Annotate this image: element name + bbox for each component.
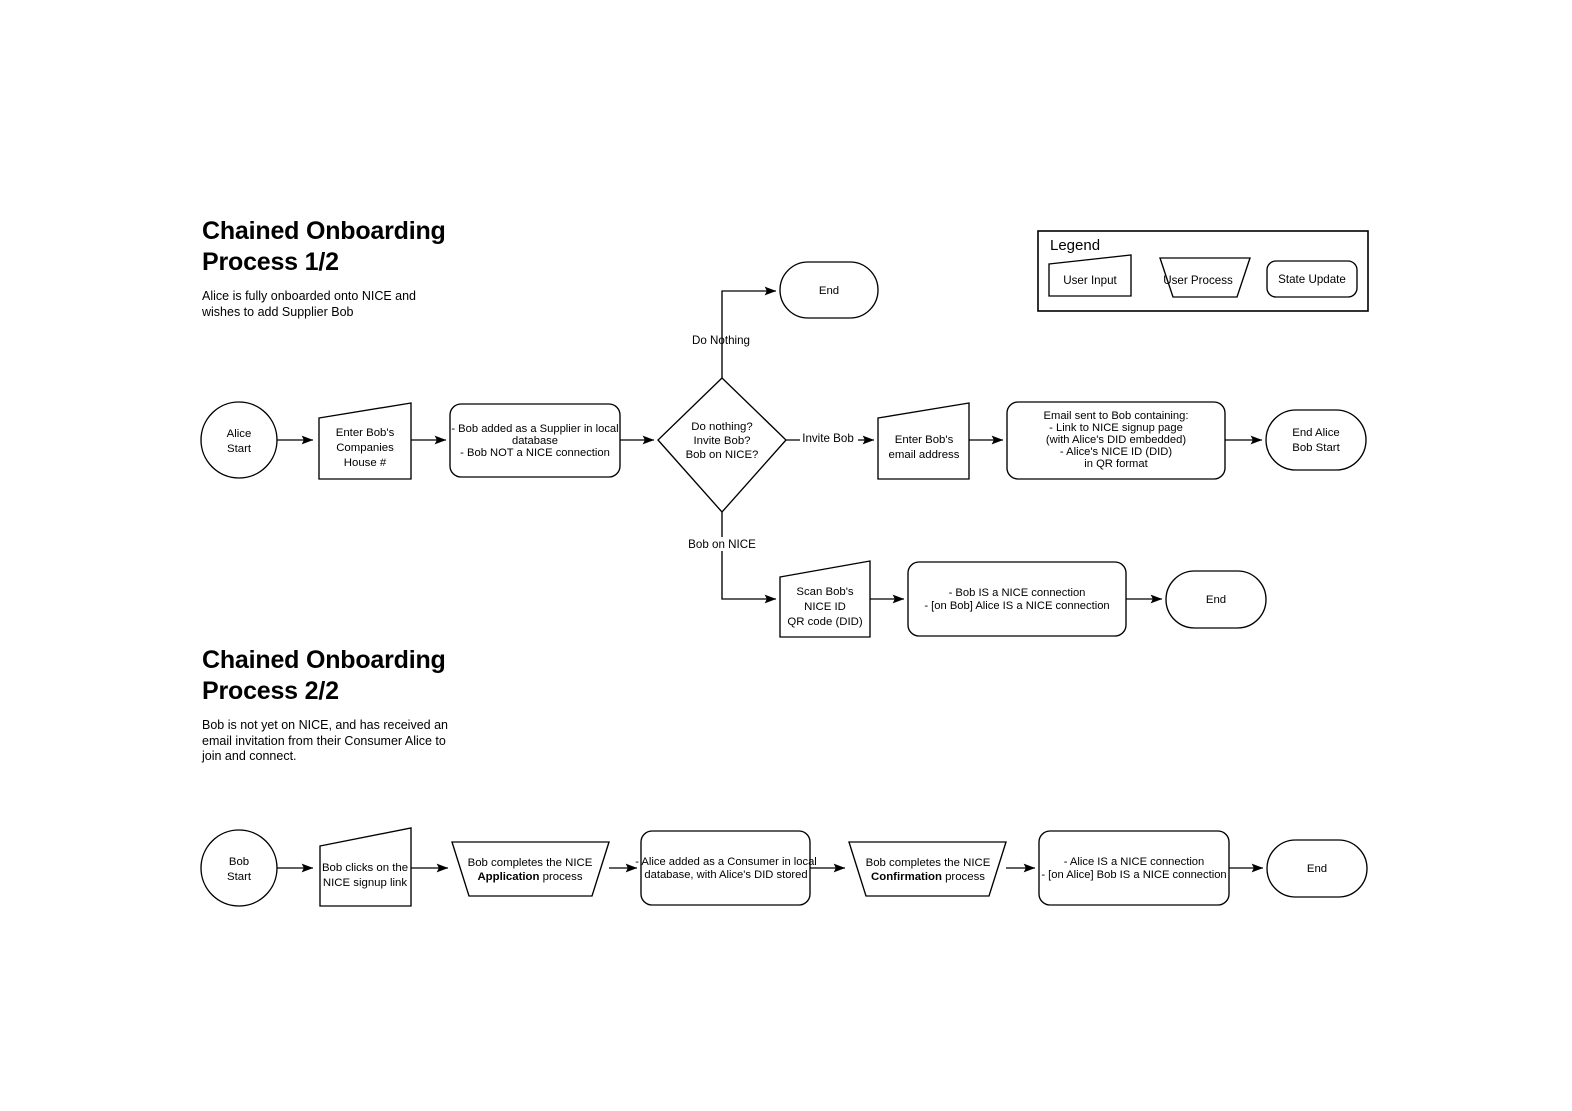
edge-label-do-nothing: Do Nothing — [692, 334, 750, 347]
alice-start-line1: Alice — [227, 428, 252, 440]
connection-state-1-line2: - [on Bob] Alice IS a NICE connection — [924, 600, 1109, 612]
legend-label-user-input: User Input — [1063, 274, 1117, 287]
node-end-bob-on-nice: End — [1165, 570, 1267, 629]
node-supplier-state: - Bob added as a Supplier in local datab… — [449, 403, 621, 478]
enter-ch-line3: House # — [344, 457, 387, 469]
node-connection-state-1: - Bob IS a NICE connection - [on Bob] Al… — [907, 561, 1127, 637]
node-connection-state-2: - Alice IS a NICE connection - [on Alice… — [1038, 830, 1230, 906]
end-alice-shape — [1265, 409, 1367, 471]
node-decision: Do nothing? Invite Bob? Bob on NICE? — [657, 377, 787, 514]
node-confirmation-process: Bob completes the NICE Confirmation proc… — [848, 841, 1007, 897]
decision-line2: Invite Bob? — [694, 435, 751, 447]
decision-line1: Do nothing? — [691, 421, 752, 433]
connection-state-2-line1: - Alice IS a NICE connection — [1064, 856, 1205, 868]
node-email-state: Email sent to Bob containing: - Link to … — [1006, 401, 1226, 480]
end-alice-line2: Bob Start — [1292, 442, 1340, 454]
node-enter-email: Enter Bob's email address — [877, 402, 970, 480]
connection-state-2-line2: - [on Alice] Bob IS a NICE connection — [1041, 869, 1226, 881]
click-link-line1: Bob clicks on the — [322, 862, 408, 874]
application-line2: Application process — [477, 871, 582, 883]
node-scan-qr: Scan Bob's NICE ID QR code (DID) — [779, 560, 871, 638]
consumer-state-line2: database, with Alice's DID stored — [644, 869, 807, 881]
edge-label-invite-bob-text: Invite Bob — [802, 432, 854, 445]
diagram-canvas: Chained Onboarding Process 1/2 Alice is f… — [0, 0, 1572, 1111]
email-state-line3: (with Alice's DID embedded) — [1046, 434, 1186, 446]
end-alice-line1: End Alice — [1292, 427, 1340, 439]
confirmation-rest-word: process — [942, 871, 985, 883]
node-end-do-nothing: End — [779, 261, 879, 319]
end-bottom-label: End — [1206, 594, 1226, 606]
enter-email-line1: Enter Bob's — [895, 434, 954, 446]
bob-start-line1: Bob — [229, 856, 249, 868]
email-state-line1: Email sent to Bob containing: — [1044, 410, 1189, 422]
node-end-flow2: End — [1266, 839, 1368, 898]
confirmation-line2: Confirmation process — [871, 871, 985, 883]
confirmation-line1: Bob completes the NICE — [866, 857, 991, 869]
edge-bob-on-nice — [721, 512, 777, 604]
connection-state-1-line1: - Bob IS a NICE connection — [949, 587, 1086, 599]
alice-start-line2: Start — [227, 443, 252, 455]
supplier-state-line3: - Bob NOT a NICE connection — [460, 447, 610, 459]
enter-ch-line2: Companies — [336, 442, 394, 454]
node-alice-start: Alice Start — [200, 401, 278, 479]
legend: Legend User Input User Process State Upd… — [1037, 230, 1369, 312]
scan-qr-line3: QR code (DID) — [787, 616, 863, 628]
node-click-signup-link: Bob clicks on the NICE signup link — [319, 827, 412, 907]
consumer-state-line1: - Alice added as a Consumer in local — [635, 856, 817, 868]
application-line1: Bob completes the NICE — [468, 857, 593, 869]
scan-qr-line2: NICE ID — [804, 601, 846, 613]
application-rest-word: process — [539, 871, 582, 883]
scan-qr-line1: Scan Bob's — [796, 586, 854, 598]
end-flow2-label: End — [1307, 863, 1327, 875]
enter-email-line2: email address — [889, 449, 960, 461]
node-application-process: Bob completes the NICE Application proce… — [451, 841, 610, 897]
bob-start-line2: Start — [227, 871, 252, 883]
enter-ch-line1: Enter Bob's — [336, 427, 395, 439]
legend-title: Legend — [1050, 237, 1100, 254]
legend-label-state-update: State Update — [1278, 273, 1346, 286]
email-state-line4: - Alice's NICE ID (DID) — [1060, 446, 1172, 458]
confirmation-bold-word: Confirmation — [871, 871, 942, 883]
decision-line3: Bob on NICE? — [686, 449, 759, 461]
email-state-line2: - Link to NICE signup page — [1049, 422, 1183, 434]
node-consumer-state: - Alice added as a Consumer in local dat… — [635, 830, 817, 906]
email-state-line5: in QR format — [1084, 458, 1148, 470]
supplier-state-line1: - Bob added as a Supplier in local — [451, 423, 618, 435]
edge-label-bob-on-nice: Bob on NICE — [688, 538, 756, 551]
node-end-alice-bob-start: End Alice Bob Start — [1265, 409, 1367, 471]
application-bold-word: Application — [477, 871, 539, 883]
supplier-state-line2: database — [512, 435, 558, 447]
node-bob-start: Bob Start — [200, 829, 278, 907]
legend-label-user-process: User Process — [1163, 274, 1233, 287]
node-enter-companies-house: Enter Bob's Companies House # — [318, 402, 412, 480]
click-link-line2: NICE signup link — [323, 877, 408, 889]
end-top-label: End — [819, 285, 839, 297]
